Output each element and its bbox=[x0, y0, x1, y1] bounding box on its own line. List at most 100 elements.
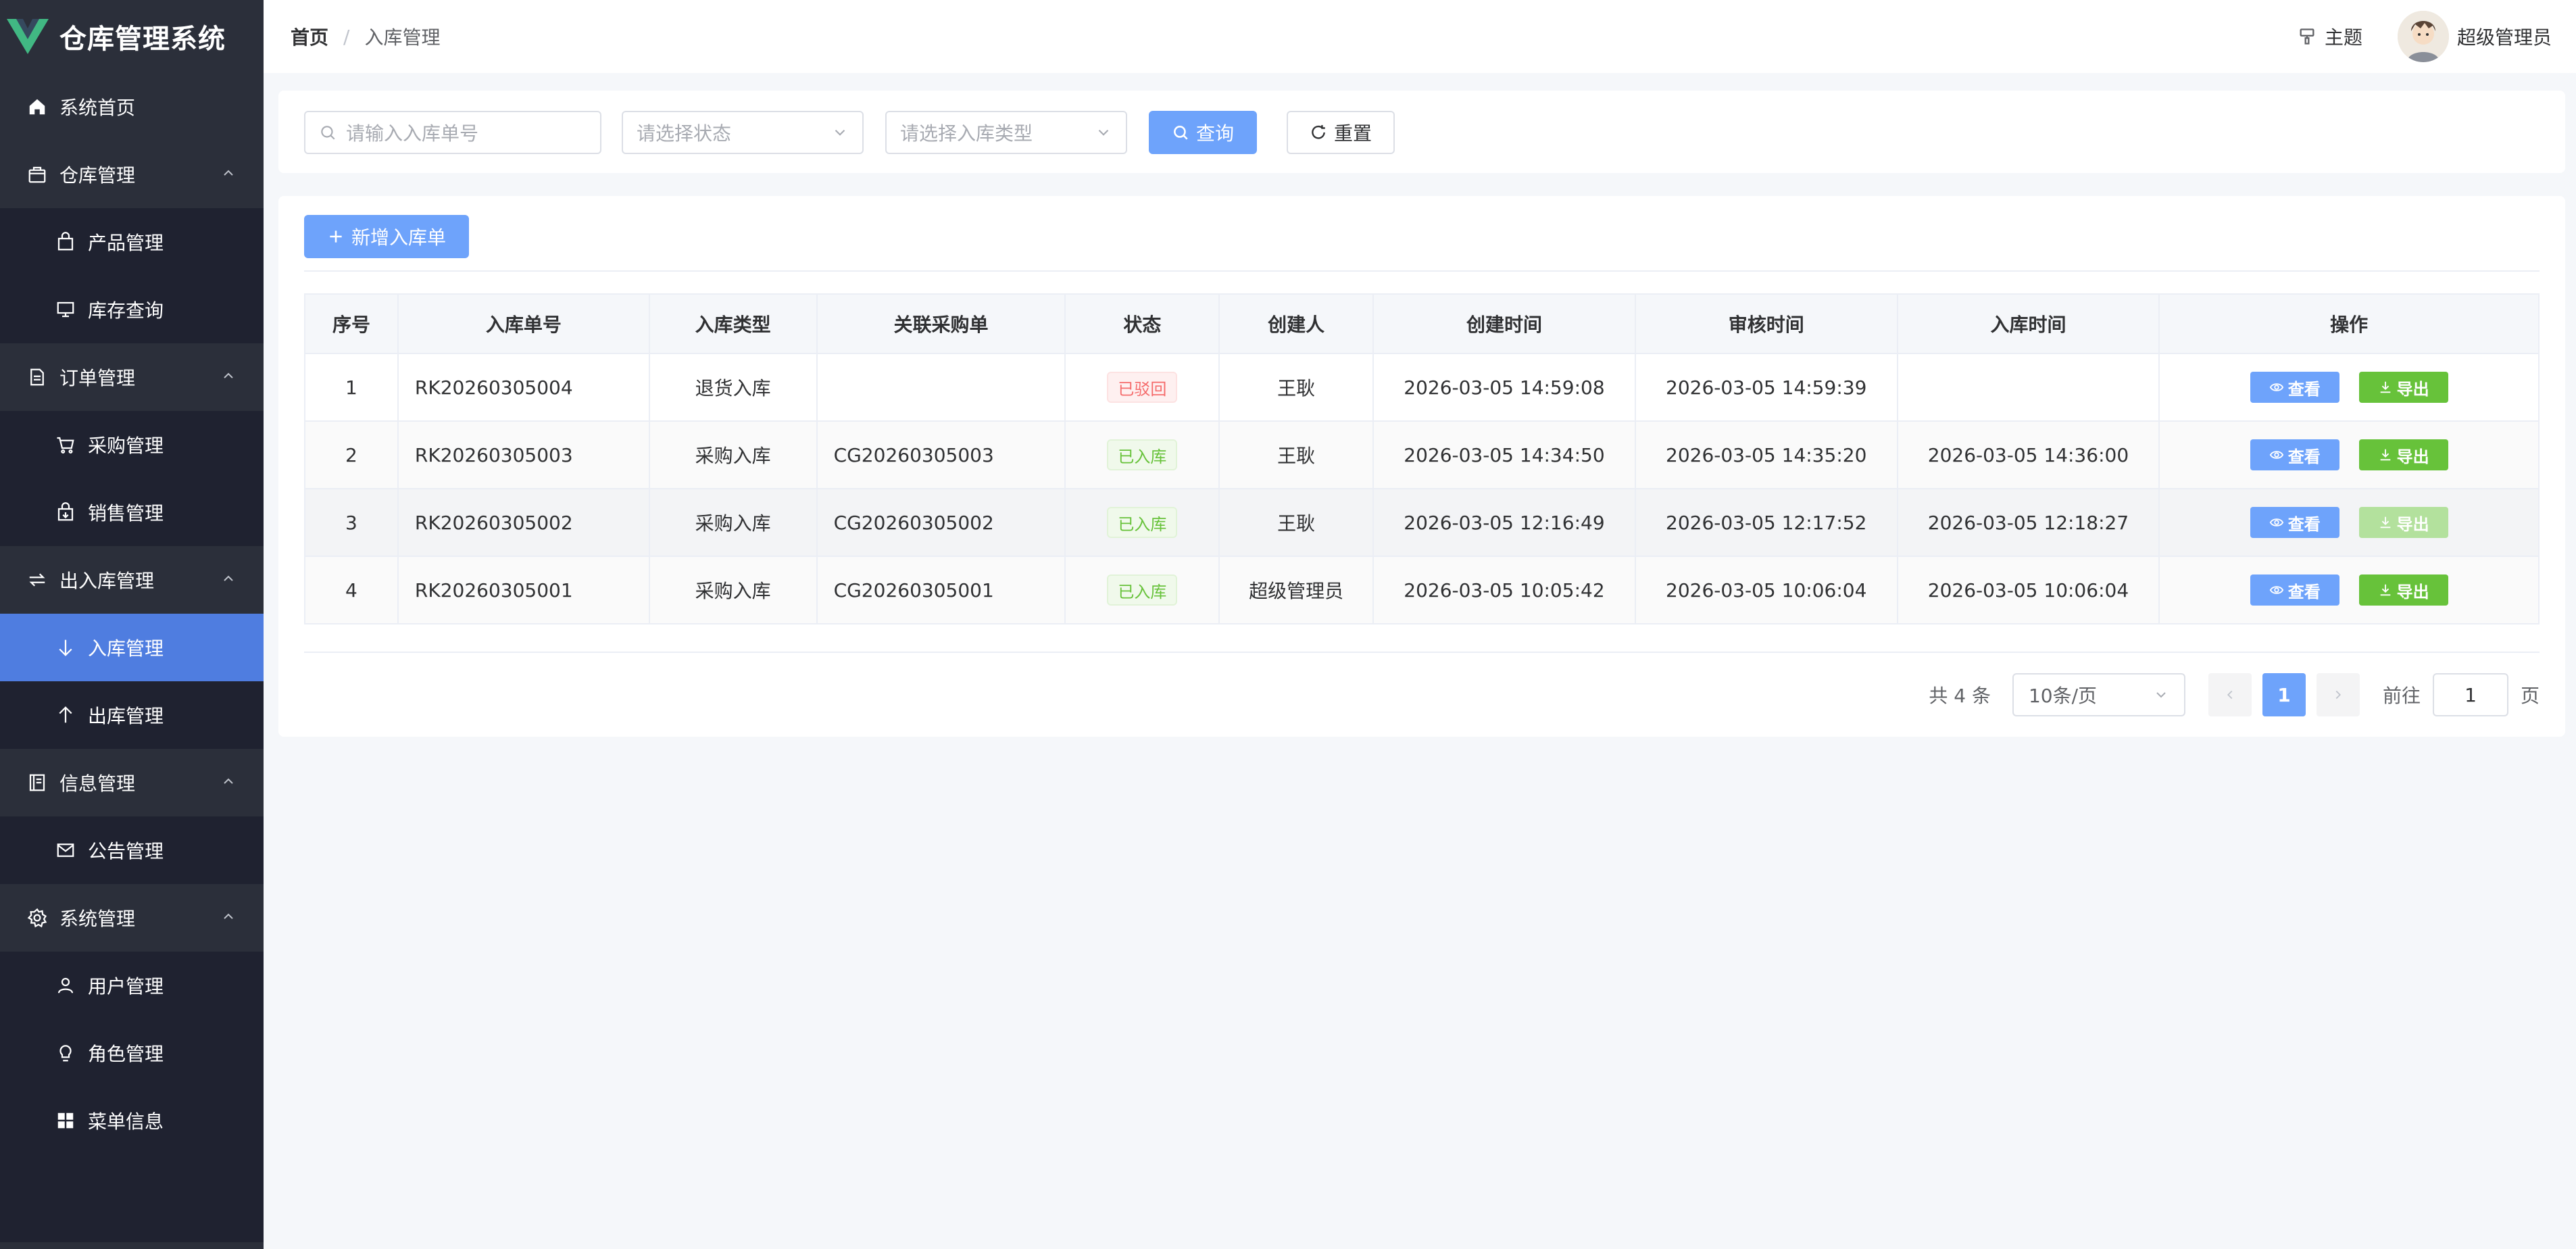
view-button[interactable]: 查看 bbox=[2250, 439, 2339, 470]
cell-po: CG20260305002 bbox=[816, 488, 1066, 557]
page-number-button[interactable]: 1 bbox=[2262, 673, 2306, 716]
cell-creator: 王耿 bbox=[1218, 420, 1374, 489]
table-row[interactable]: 4 RK20260305001 采购入库 CG20260305001 已入库 超… bbox=[304, 556, 2540, 624]
brush-icon bbox=[2300, 28, 2314, 45]
sidebar-item-system[interactable]: 系统管理 bbox=[0, 884, 264, 952]
export-button[interactable]: 导出 bbox=[2358, 574, 2448, 606]
cell-type: 采购入库 bbox=[648, 488, 818, 557]
cell-creator: 王耿 bbox=[1218, 353, 1374, 422]
column-header: 创建时间 bbox=[1372, 293, 1636, 354]
sidebar-item-warehouse[interactable]: 仓库管理 bbox=[0, 141, 264, 208]
cell-actions: 查看 导出 bbox=[2158, 556, 2540, 624]
sidebar-item-inbound[interactable]: 入库管理 bbox=[0, 614, 264, 681]
query-button[interactable]: 查询 bbox=[1149, 111, 1257, 154]
sidebar-item-label: 系统首页 bbox=[59, 97, 136, 119]
add-inbound-button[interactable]: 新增入库单 bbox=[304, 215, 469, 258]
download-icon bbox=[2380, 516, 2390, 529]
sidebar-item-notice[interactable]: 公告管理 bbox=[0, 816, 264, 884]
pagination-total: 共 4 条 bbox=[1929, 685, 1991, 707]
status-placeholder: 请选择状态 bbox=[637, 122, 732, 145]
status-select[interactable]: 请选择状态 bbox=[622, 111, 864, 154]
sidebar-item-info[interactable]: 信息管理 bbox=[0, 749, 264, 816]
cell-index: 2 bbox=[304, 420, 399, 489]
order-no-search-input[interactable]: 请输入入库单号 bbox=[304, 111, 601, 154]
chevron-up-icon bbox=[224, 575, 233, 581]
goto-page-input[interactable]: 1 bbox=[2432, 673, 2508, 716]
sidebar-item-menus[interactable]: 菜单信息 bbox=[0, 1087, 264, 1154]
chevron-up-icon bbox=[224, 778, 233, 784]
view-label: 查看 bbox=[2287, 379, 2321, 399]
view-label: 查看 bbox=[2287, 447, 2321, 466]
app-logo[interactable]: 仓库管理系统 bbox=[0, 0, 264, 73]
export-button[interactable]: 导出 bbox=[2358, 439, 2448, 470]
switch-icon bbox=[26, 568, 49, 591]
sidebar-item-label: 用户管理 bbox=[88, 975, 164, 998]
sidebar-item-label: 信息管理 bbox=[59, 773, 136, 795]
export-button[interactable]: 导出 bbox=[2358, 507, 2448, 538]
view-button[interactable]: 查看 bbox=[2250, 507, 2339, 538]
column-header: 创建人 bbox=[1218, 293, 1374, 354]
sidebar-item-label: 出库管理 bbox=[88, 705, 164, 727]
status-badge: 已驳回 bbox=[1107, 372, 1178, 403]
table-row[interactable]: 1 RK20260305004 退货入库 已驳回 王耿 2026-03-05 1… bbox=[304, 353, 2540, 422]
download-icon bbox=[2380, 381, 2390, 393]
sidebar-item-orders[interactable]: 订单管理 bbox=[0, 343, 264, 411]
sidebar-item-label: 销售管理 bbox=[88, 502, 164, 524]
view-button[interactable]: 查看 bbox=[2250, 574, 2339, 606]
cell-actions: 查看 导出 bbox=[2158, 488, 2540, 557]
inbound-type-select[interactable]: 请选择入库类型 bbox=[885, 111, 1127, 154]
sidebar-item-stock-query[interactable]: 库存查询 bbox=[0, 276, 264, 343]
next-page-button[interactable] bbox=[2316, 673, 2360, 716]
cell-index: 4 bbox=[304, 556, 399, 624]
cell-created: 2026-03-05 10:05:42 bbox=[1372, 556, 1636, 624]
sidebar-item-sales[interactable]: 销售管理 bbox=[0, 479, 264, 546]
column-header: 入库单号 bbox=[397, 293, 650, 354]
sidebar-item-users[interactable]: 用户管理 bbox=[0, 952, 264, 1019]
arrow-down-icon bbox=[54, 636, 77, 659]
sidebar-menu: 系统首页 仓库管理 产品管理 库存查询 订单管理 采购管理 销售管理 出入库管理… bbox=[0, 73, 264, 1242]
sidebar-item-inout[interactable]: 出入库管理 bbox=[0, 546, 264, 614]
cell-order-no: RK20260305001 bbox=[397, 556, 650, 624]
bag-icon bbox=[26, 163, 49, 186]
table-row[interactable]: 3 RK20260305002 采购入库 CG20260305002 已入库 王… bbox=[304, 488, 2540, 557]
user-name[interactable]: 超级管理员 bbox=[2457, 23, 2552, 50]
top-header: 首页 / 入库管理 主题 超级管理员 bbox=[264, 0, 2576, 73]
chevron-down-icon bbox=[1098, 129, 1109, 136]
user-icon bbox=[54, 974, 77, 997]
reset-label: 重置 bbox=[1333, 122, 1372, 145]
page-size-select[interactable]: 10条/页 bbox=[2012, 673, 2185, 716]
export-button[interactable]: 导出 bbox=[2358, 372, 2448, 403]
breadcrumb: 首页 / 入库管理 bbox=[291, 23, 440, 50]
plus-icon bbox=[330, 230, 342, 243]
avatar[interactable] bbox=[2397, 11, 2449, 62]
prev-page-button[interactable] bbox=[2208, 673, 2252, 716]
cell-type: 采购入库 bbox=[648, 556, 818, 624]
view-label: 查看 bbox=[2287, 514, 2321, 534]
reset-button[interactable]: 重置 bbox=[1287, 111, 1395, 154]
cell-audited: 2026-03-05 14:35:20 bbox=[1634, 420, 1898, 489]
sidebar: 仓库管理系统 系统首页 仓库管理 产品管理 库存查询 订单管理 采购管理 销售管… bbox=[0, 0, 264, 1249]
theme-button[interactable]: 主题 bbox=[2298, 23, 2362, 50]
cell-actions: 查看 导出 bbox=[2158, 420, 2540, 489]
status-badge: 已入库 bbox=[1107, 439, 1178, 470]
cell-index: 1 bbox=[304, 353, 399, 422]
table-row[interactable]: 2 RK20260305003 采购入库 CG20260305003 已入库 王… bbox=[304, 420, 2540, 489]
eye-icon bbox=[2269, 518, 2283, 526]
export-label: 导出 bbox=[2396, 379, 2429, 399]
gear-icon bbox=[26, 906, 49, 929]
cell-created: 2026-03-05 14:34:50 bbox=[1372, 420, 1636, 489]
cell-status: 已入库 bbox=[1064, 556, 1220, 624]
sidebar-item-home[interactable]: 系统首页 bbox=[0, 73, 264, 141]
cell-order-no: RK20260305002 bbox=[397, 488, 650, 557]
view-button[interactable]: 查看 bbox=[2250, 372, 2339, 403]
sidebar-item-outbound[interactable]: 出库管理 bbox=[0, 681, 264, 749]
sidebar-item-product[interactable]: 产品管理 bbox=[0, 208, 264, 276]
cell-actions: 查看 导出 bbox=[2158, 353, 2540, 422]
sidebar-item-purchase[interactable]: 采购管理 bbox=[0, 411, 264, 479]
sidebar-item-roles[interactable]: 角色管理 bbox=[0, 1019, 264, 1087]
breadcrumb-home[interactable]: 首页 bbox=[291, 23, 328, 50]
cell-status: 已驳回 bbox=[1064, 353, 1220, 422]
vue-logo-icon bbox=[7, 19, 49, 54]
cell-stocked bbox=[1896, 353, 2160, 422]
cell-status: 已入库 bbox=[1064, 488, 1220, 557]
